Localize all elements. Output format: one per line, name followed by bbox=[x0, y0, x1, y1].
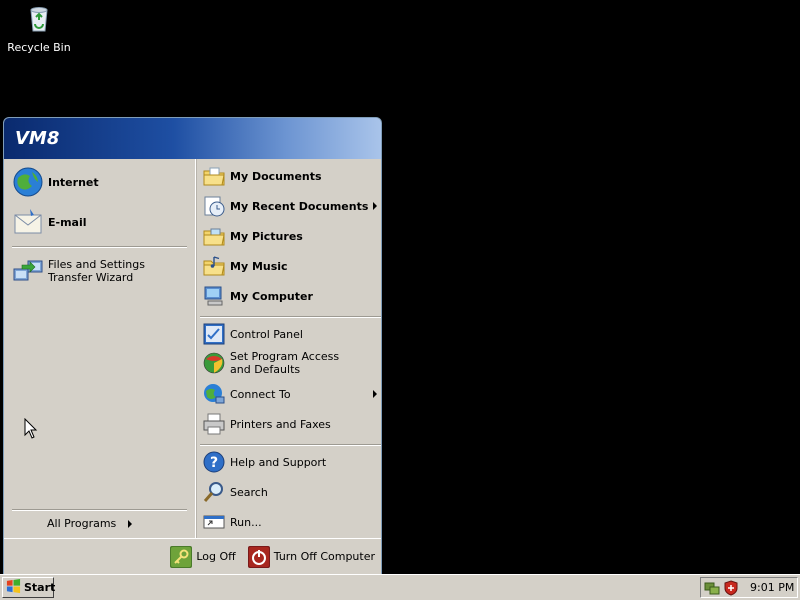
menu-item-label: Search bbox=[230, 485, 268, 499]
menu-item-label: My Pictures bbox=[230, 229, 303, 243]
menu-item-search[interactable]: Search bbox=[202, 480, 381, 504]
chevron-right-icon bbox=[373, 202, 377, 210]
recent-documents-icon bbox=[202, 194, 226, 218]
run-icon bbox=[202, 510, 226, 534]
start-menu-right-pane: My Documents My Recent Documents My Pict… bbox=[196, 159, 381, 538]
email-icon bbox=[12, 206, 44, 238]
divider bbox=[200, 444, 381, 446]
computer-icon bbox=[202, 284, 226, 308]
log-off-label: Log Off bbox=[196, 550, 236, 563]
connect-to-icon bbox=[202, 382, 226, 406]
menu-item-internet[interactable]: Internet bbox=[12, 166, 99, 198]
start-menu-left-pane: Internet E-mail Files and Settings Trans… bbox=[4, 159, 196, 538]
divider bbox=[12, 246, 187, 248]
divider bbox=[12, 509, 187, 511]
svg-text:?: ? bbox=[210, 455, 218, 471]
menu-item-run[interactable]: Run... bbox=[202, 510, 381, 534]
menu-item-my-computer[interactable]: My Computer bbox=[202, 284, 381, 308]
menu-item-label: Run... bbox=[230, 515, 262, 529]
menu-item-help-support[interactable]: ? Help and Support bbox=[202, 450, 381, 474]
menu-item-label: Files and Settings Transfer Wizard bbox=[48, 258, 145, 284]
menu-item-label: Control Panel bbox=[230, 327, 303, 341]
start-menu-footer: Log Off Turn Off Computer bbox=[4, 538, 381, 574]
taskbar: Start 9:01 PM bbox=[0, 574, 800, 600]
chevron-right-icon bbox=[128, 519, 133, 528]
menu-item-label: My Computer bbox=[230, 289, 313, 303]
menu-item-label: Help and Support bbox=[230, 455, 327, 469]
chevron-right-icon bbox=[373, 390, 377, 398]
menu-item-label: My Music bbox=[230, 259, 288, 273]
menu-item-my-pictures[interactable]: My Pictures bbox=[202, 224, 381, 248]
search-icon bbox=[202, 480, 226, 504]
help-icon: ? bbox=[202, 450, 226, 474]
menu-item-my-music[interactable]: My Music bbox=[202, 254, 381, 278]
all-programs-button[interactable]: All Programs bbox=[47, 517, 133, 530]
network-tray-icon[interactable] bbox=[704, 580, 720, 596]
menu-item-program-access[interactable]: Set Program Access and Defaults bbox=[202, 350, 381, 376]
divider bbox=[200, 316, 381, 318]
mouse-cursor-icon bbox=[24, 418, 38, 439]
security-shield-icon[interactable] bbox=[723, 579, 739, 596]
menu-item-label: Internet bbox=[48, 175, 99, 189]
start-menu: VM8 Internet E-mail Files and Settings T… bbox=[3, 117, 382, 575]
menu-item-email[interactable]: E-mail bbox=[12, 206, 87, 238]
folder-pictures-icon bbox=[202, 224, 226, 248]
start-label: Start bbox=[24, 581, 56, 594]
menu-item-label: My Documents bbox=[230, 169, 322, 183]
start-button[interactable]: Start bbox=[2, 577, 56, 598]
internet-explorer-icon bbox=[12, 166, 44, 198]
start-menu-header: VM8 bbox=[4, 118, 381, 159]
control-panel-icon bbox=[202, 322, 226, 346]
menu-item-control-panel[interactable]: Control Panel bbox=[202, 322, 381, 346]
windows-logo-icon bbox=[6, 578, 21, 597]
folder-music-icon bbox=[202, 254, 226, 278]
menu-item-label: Printers and Faxes bbox=[230, 417, 331, 431]
menu-item-transfer-wizard[interactable]: Files and Settings Transfer Wizard bbox=[12, 255, 188, 287]
recycle-bin-icon bbox=[23, 2, 55, 37]
program-access-icon bbox=[202, 351, 226, 375]
turn-off-label: Turn Off Computer bbox=[273, 550, 375, 563]
power-icon bbox=[247, 545, 270, 568]
transfer-wizard-icon bbox=[12, 255, 44, 287]
menu-item-printers-faxes[interactable]: Printers and Faxes bbox=[202, 412, 381, 436]
all-programs-label: All Programs bbox=[47, 517, 117, 530]
desktop-icon-label: Recycle Bin bbox=[7, 41, 71, 54]
user-name: VM8 bbox=[15, 128, 60, 149]
menu-item-label: My Recent Documents bbox=[230, 199, 369, 213]
desktop-icon-recycle-bin[interactable]: Recycle Bin bbox=[7, 2, 71, 54]
clock[interactable]: 9:01 PM bbox=[750, 581, 794, 594]
turn-off-computer-button[interactable]: Turn Off Computer bbox=[247, 545, 375, 568]
key-icon bbox=[170, 545, 193, 568]
menu-item-label: Connect To bbox=[230, 387, 291, 401]
menu-item-connect-to[interactable]: Connect To bbox=[202, 382, 381, 406]
log-off-button[interactable]: Log Off bbox=[170, 545, 236, 568]
menu-item-my-recent-documents[interactable]: My Recent Documents bbox=[202, 194, 381, 218]
printer-icon bbox=[202, 412, 226, 436]
folder-documents-icon bbox=[202, 164, 226, 188]
menu-item-my-documents[interactable]: My Documents bbox=[202, 164, 381, 188]
menu-item-label: E-mail bbox=[48, 215, 87, 229]
menu-item-label: Set Program Access and Defaults bbox=[230, 350, 340, 376]
system-tray: 9:01 PM bbox=[700, 577, 798, 598]
